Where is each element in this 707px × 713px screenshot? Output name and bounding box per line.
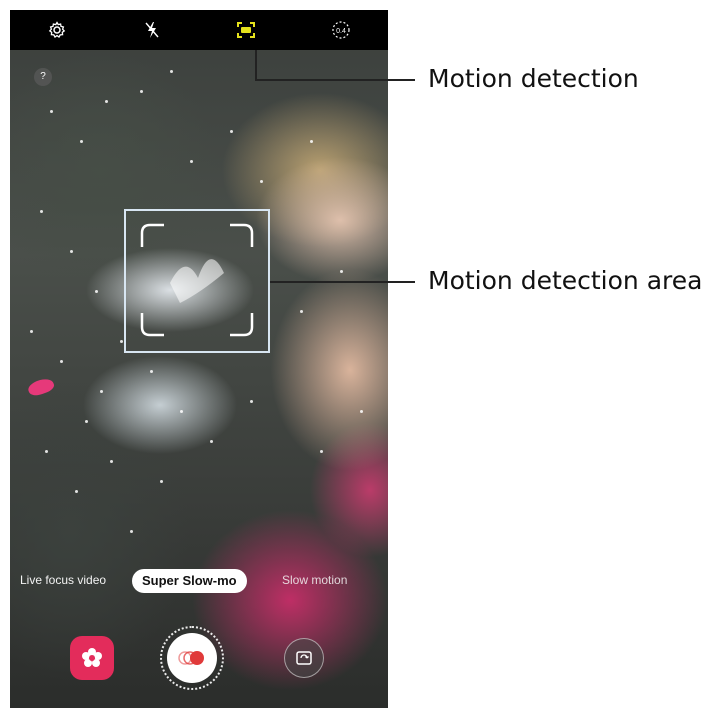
callout-line-motion-detection-horizontal xyxy=(255,79,415,81)
callout-label-motion-detection: Motion detection xyxy=(428,64,639,93)
callout-label-motion-detection-area: Motion detection area xyxy=(428,266,703,295)
switch-camera-button[interactable] xyxy=(284,638,324,678)
flash-off-icon xyxy=(145,22,159,38)
motion-detection-area-corners xyxy=(140,223,254,337)
mode-selector: Live focus video Super Slow-mo Slow moti… xyxy=(10,569,388,597)
record-button-inner xyxy=(167,633,217,683)
gear-icon xyxy=(49,21,66,38)
camera-top-bar: 0.4 xyxy=(10,10,388,50)
camera-screen: 0.4 ? Live focus video Super Slow-mo Slo… xyxy=(10,10,388,708)
camera-preview xyxy=(10,10,388,708)
timer-icon: 0.4 xyxy=(332,21,350,39)
mode-slow-motion[interactable]: Slow motion xyxy=(282,573,347,587)
page: 0.4 ? Live focus video Super Slow-mo Slo… xyxy=(0,0,707,713)
filter-flower-icon xyxy=(82,648,102,667)
switch-camera-icon xyxy=(296,651,312,665)
camera-bottom-controls xyxy=(10,620,388,700)
record-button[interactable] xyxy=(160,626,224,690)
mode-super-slow-mo[interactable]: Super Slow-mo xyxy=(132,569,247,593)
mode-live-focus-video[interactable]: Live focus video xyxy=(20,573,106,587)
settings-button[interactable] xyxy=(42,15,72,45)
motion-detection-icon xyxy=(237,22,256,38)
timer-value: 0.4 xyxy=(336,28,346,35)
motion-detection-button[interactable] xyxy=(231,15,261,45)
motion-detection-area-frame[interactable] xyxy=(124,209,270,353)
callout-line-motion-detection-area xyxy=(270,281,415,283)
record-icon xyxy=(178,651,204,665)
timer-button[interactable]: 0.4 xyxy=(326,15,356,45)
flash-button[interactable] xyxy=(137,15,167,45)
help-button[interactable]: ? xyxy=(34,68,52,86)
filter-button[interactable] xyxy=(70,636,114,680)
